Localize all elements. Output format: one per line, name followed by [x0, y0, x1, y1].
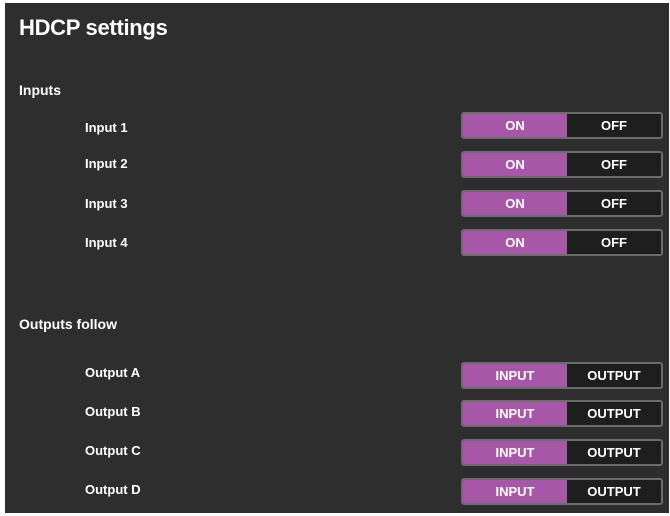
- input-1-on-button[interactable]: ON: [463, 114, 567, 137]
- input-3-on-button[interactable]: ON: [463, 192, 567, 215]
- output-b-label: Output B: [85, 404, 141, 419]
- output-c-follow-toggle: INPUT OUTPUT: [461, 439, 663, 466]
- input-3-label: Input 3: [85, 196, 128, 211]
- inputs-heading: Inputs: [19, 82, 61, 98]
- output-d-follow-toggle: INPUT OUTPUT: [461, 478, 663, 505]
- output-a-output-button[interactable]: OUTPUT: [567, 364, 661, 387]
- output-b-output-button[interactable]: OUTPUT: [567, 402, 661, 425]
- input-4-on-button[interactable]: ON: [463, 231, 567, 254]
- output-a-input-button[interactable]: INPUT: [463, 364, 567, 387]
- input-2-off-button[interactable]: OFF: [567, 153, 661, 176]
- hdcp-settings-panel: HDCP settings Inputs Input 1 ON OFF Inpu…: [5, 3, 669, 513]
- page-title: HDCP settings: [19, 15, 168, 40]
- input-3-off-button[interactable]: OFF: [567, 192, 661, 215]
- input-4-label: Input 4: [85, 235, 128, 250]
- output-c-label: Output C: [85, 443, 141, 458]
- input-1-hdcp-toggle: ON OFF: [461, 112, 663, 139]
- output-c-output-button[interactable]: OUTPUT: [567, 441, 661, 464]
- output-d-output-button[interactable]: OUTPUT: [567, 480, 661, 503]
- input-2-hdcp-toggle: ON OFF: [461, 151, 663, 178]
- output-d-label: Output D: [85, 482, 141, 497]
- output-d-input-button[interactable]: INPUT: [463, 480, 567, 503]
- output-b-input-button[interactable]: INPUT: [463, 402, 567, 425]
- input-3-hdcp-toggle: ON OFF: [461, 190, 663, 217]
- input-4-off-button[interactable]: OFF: [567, 231, 661, 254]
- input-1-off-button[interactable]: OFF: [567, 114, 661, 137]
- input-2-label: Input 2: [85, 156, 128, 171]
- outputs-follow-heading: Outputs follow: [19, 316, 117, 332]
- output-a-follow-toggle: INPUT OUTPUT: [461, 362, 663, 389]
- input-1-label: Input 1: [85, 120, 128, 135]
- output-b-follow-toggle: INPUT OUTPUT: [461, 400, 663, 427]
- output-c-input-button[interactable]: INPUT: [463, 441, 567, 464]
- input-4-hdcp-toggle: ON OFF: [461, 229, 663, 256]
- input-2-on-button[interactable]: ON: [463, 153, 567, 176]
- output-a-label: Output A: [85, 365, 141, 380]
